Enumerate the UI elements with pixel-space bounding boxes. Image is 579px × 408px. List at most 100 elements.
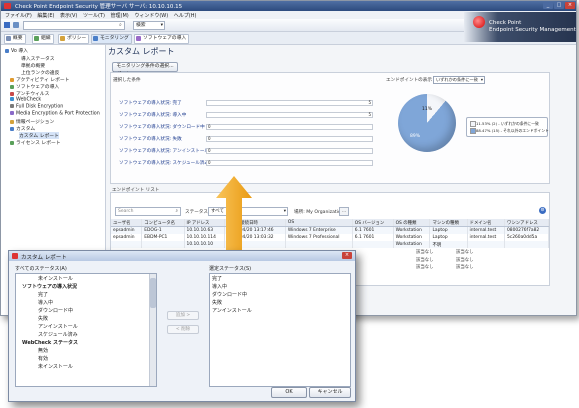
tab-overview[interactable]: 概要 (4, 34, 26, 44)
pie-slice-label: 11% (422, 107, 433, 112)
media-icon (10, 111, 14, 115)
list-item[interactable]: 未インストール (38, 363, 73, 370)
tree-item-info-page[interactable]: 情報ページション (10, 118, 54, 125)
list-item[interactable]: 導入中 (212, 283, 227, 290)
tree-item-fde[interactable]: Full Disk Encryption (10, 104, 63, 110)
tree-item-activity[interactable]: アクティビティ レポート (10, 76, 69, 83)
maximize-button[interactable]: □ (554, 2, 564, 9)
tree-item-deploy[interactable]: Vo 導入 (5, 47, 28, 54)
condition-value: 5 (368, 112, 371, 117)
scrollbar-thumb[interactable] (150, 278, 156, 308)
list-item[interactable]: ダウンロード中 (38, 307, 73, 314)
tree-item-custom-report[interactable]: カスタム レポート (19, 132, 59, 139)
search-scope-select[interactable]: 検索 ▾ (133, 21, 165, 30)
table-cell: 5c260a0dd5a (504, 234, 549, 241)
remove-button[interactable]: < 削除 (167, 325, 199, 334)
column-header[interactable]: マシンの種類 (429, 219, 468, 227)
all-status-list[interactable]: 未インストール ソフトウェアの導入状況 完了 導入中 ダウンロード中 失敗 アン… (15, 273, 157, 387)
location-browse-button[interactable]: ... (339, 207, 349, 216)
policy-icon (60, 36, 65, 41)
list-item[interactable]: 無効 (38, 347, 48, 354)
condition-bar: 5 (206, 100, 373, 106)
condition-value: 0 (208, 124, 211, 129)
cancel-button[interactable]: キャンセル (309, 387, 351, 398)
blank-values-column: 該当なし 該当なし 該当なし (416, 249, 434, 272)
list-item[interactable]: スケジュール済み (38, 331, 78, 338)
tree-item-compliance[interactable]: 準拠の概要 (21, 62, 45, 69)
custom-icon (10, 126, 14, 131)
tree-item-deploy-status[interactable]: 導入ステータス (21, 55, 55, 62)
table-row[interactable]: epsadmin EDOG-1 10.10.10.63 2012/04/20 1… (111, 226, 549, 234)
column-header[interactable]: ユーザ名 (111, 219, 143, 227)
table-cell: EDOG-1 (141, 226, 185, 234)
column-header[interactable]: OS バージョン (352, 219, 394, 227)
tree-item-antivirus[interactable]: アンチウィルス (10, 90, 49, 97)
column-header[interactable]: ドメイン名 (467, 219, 506, 227)
tree-label: Vo 導入 (11, 49, 28, 54)
all-status-label: すべてのステータス(A) (15, 266, 67, 272)
ok-button[interactable]: OK (271, 387, 307, 398)
endpoint-search-input[interactable]: Search ⌕ (115, 207, 181, 216)
column-header[interactable]: ワシンアドレス (504, 219, 549, 227)
list-item[interactable]: 導入中 (38, 299, 53, 306)
brand-logo: Check Point Endpoint Security Management (464, 12, 576, 42)
close-button[interactable]: × (565, 2, 575, 9)
save-icon[interactable] (4, 22, 10, 28)
list-item[interactable]: アンインストール (38, 323, 78, 330)
tree-item-top-violations[interactable]: 上位ランクの違反 (21, 69, 59, 76)
endpoint-view-select[interactable]: いずれかの条件に一致 ▾ (433, 76, 485, 84)
list-item[interactable]: ダウンロード中 (212, 291, 247, 298)
tree-item-media-encryption[interactable]: Media Encryption & Port Protection (10, 111, 100, 117)
endpoint-table: ユーザ名 コンピュータ名 IP アドレス 前回の接続日時 OS OS バージョン… (111, 219, 549, 248)
list-item[interactable]: 失敗 (212, 299, 222, 306)
activity-icon (10, 77, 14, 82)
condition-label: ソフトウェアの導入状況: アンインストール (119, 149, 210, 154)
app-icon (4, 3, 11, 9)
list-item[interactable]: 完了 (38, 291, 48, 298)
list-item[interactable]: アンインストール (212, 307, 252, 314)
list-item[interactable]: 失敗 (38, 315, 48, 322)
tab-organization[interactable]: 組織 (32, 34, 54, 44)
table-row[interactable]: epsadmin EBDM-PC1 10.10.10.114 2012/04/2… (111, 234, 549, 241)
tree-item-webcheck[interactable]: WebCheck (10, 97, 41, 103)
table-cell: Windows 7 Enterprise (285, 226, 353, 234)
software-icon (10, 84, 14, 89)
blank-values-column: 該当なし 該当なし 該当なし (456, 249, 474, 272)
settings-icon[interactable]: ⚙ (539, 207, 546, 214)
add-button[interactable]: 追加 > (167, 311, 199, 320)
list-item[interactable]: 完了 (212, 275, 222, 282)
location-label: 場所: My Organization (294, 210, 344, 215)
list-item[interactable]: 未インストール (38, 275, 73, 282)
chevron-down-icon: ▾ (480, 77, 483, 82)
pie-legend: 11.53% (2) - いずれかの条件に一致 88.47% (15) - それ… (466, 117, 549, 137)
column-header[interactable]: OS の種類 (393, 219, 431, 227)
table-cell (504, 241, 549, 248)
checkpoint-logo-icon (473, 16, 485, 28)
condition-label: ソフトウェアの導入状況: スケジュール済み (119, 161, 209, 166)
column-header[interactable]: コンピュータ名 (141, 219, 185, 227)
list-scrollbar[interactable] (149, 274, 156, 386)
condition-label: ソフトウェアの導入状況: 完了 (119, 101, 182, 106)
dialog-close-button[interactable]: × (342, 252, 352, 259)
search-icon: ⌕ (175, 209, 178, 214)
condition-label: ソフトウェアの導入状況: ダウンロード中 (119, 125, 205, 130)
list-item[interactable]: 有効 (38, 355, 48, 362)
column-header[interactable]: OS (285, 219, 353, 227)
tab-software-deployment[interactable]: ソフトウェアの導入 (134, 34, 190, 44)
blank-value: 該当なし (416, 265, 434, 270)
table-row[interactable]: 10.10.10.10 Workstation 不明 (111, 241, 549, 248)
tab-label: 概要 (13, 36, 23, 41)
tree-item-license[interactable]: ライセンス レポート (10, 139, 61, 146)
table-cell: 6.1 7601 (352, 226, 394, 234)
refresh-icon[interactable] (13, 22, 19, 28)
folder-icon (5, 48, 9, 53)
tree-item-software[interactable]: ソフトウェアの導入 (10, 83, 59, 90)
search-icon: ⌕ (119, 22, 122, 28)
tree-item-custom[interactable]: カスタム (10, 125, 35, 132)
minimize-button[interactable]: _ (543, 2, 553, 9)
title-bar: Check Point Endpoint Security 管理サーバ サーバ:… (1, 1, 576, 11)
search-input[interactable]: ⌕ (23, 21, 125, 30)
selected-status-list[interactable]: 完了 導入中 ダウンロード中 失敗 アンインストール (209, 273, 351, 387)
tab-policy[interactable]: ポリシー (58, 34, 90, 44)
tab-monitoring[interactable]: モニタリング (91, 34, 132, 44)
